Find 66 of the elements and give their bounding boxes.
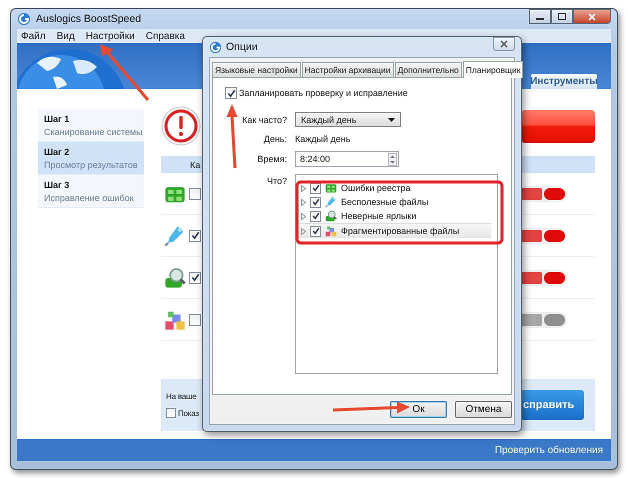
field-value: Каждый день: [295, 134, 352, 144]
checkbox[interactable]: [189, 272, 201, 284]
column-header: Ка: [190, 160, 200, 170]
tab[interactable]: Языковые настройки: [212, 62, 301, 77]
menu-item[interactable]: Вид: [56, 30, 75, 42]
magnifier-icon: [164, 266, 186, 288]
severity-indicator: [519, 270, 567, 286]
field-label: Что?: [266, 175, 287, 186]
warning-icon: [161, 106, 201, 146]
checkbox-label: Запланировать проверку и исправление: [239, 88, 408, 98]
update-link[interactable]: Проверить обновления: [494, 444, 603, 456]
menu-item[interactable]: Настройки: [86, 30, 135, 42]
checkbox-label: Показ: [178, 408, 199, 418]
checkbox[interactable]: [310, 210, 321, 222]
step-item[interactable]: Шаг 1 Сканирование системы: [38, 109, 144, 142]
tab[interactable]: Настройки архивации: [302, 62, 394, 77]
pin-icon: [164, 224, 186, 246]
app-logo-icon: [209, 40, 222, 54]
summary-text: На ваше: [166, 392, 198, 401]
tree-item[interactable]: Фрагментированные файлы: [296, 223, 491, 238]
magnifier-icon: [325, 210, 337, 222]
minimize-button[interactable]: [529, 9, 551, 24]
checkbox[interactable]: [189, 314, 201, 326]
cancel-button[interactable]: Отмена: [455, 401, 512, 418]
checkbox[interactable]: [189, 188, 201, 200]
annotation-arrow: [226, 104, 238, 168]
blocks-icon: [325, 225, 337, 237]
checkbox[interactable]: [189, 230, 201, 242]
tab[interactable]: Дополнительно: [394, 62, 462, 77]
frequency-dropdown[interactable]: Каждый день: [295, 112, 401, 127]
tab[interactable]: Планировщик: [462, 61, 524, 78]
maximize-button[interactable]: [551, 9, 573, 24]
checkbox[interactable]: [310, 226, 321, 236]
severity-indicator: [519, 312, 567, 328]
app-logo-icon: [17, 12, 31, 26]
close-icon: [500, 40, 508, 48]
menu-item[interactable]: Справка: [146, 30, 185, 42]
maximize-icon: [558, 13, 566, 20]
tree-item[interactable]: Бесполезные файлы: [296, 195, 491, 209]
step-item[interactable]: Шаг 2 Просмотр результатов: [38, 142, 144, 175]
checkbox[interactable]: [225, 87, 237, 99]
close-button[interactable]: [493, 37, 515, 51]
severity-indicator: [519, 186, 567, 202]
repair-button[interactable]: справить: [521, 390, 584, 420]
cube-icon: [325, 182, 337, 194]
time-field[interactable]: 8:24:00: [295, 151, 399, 167]
checkbox[interactable]: [310, 182, 321, 194]
tree-item[interactable]: Неверные ярлыки: [296, 209, 491, 223]
field-label: Как часто?: [241, 114, 287, 124]
pin-icon: [325, 196, 337, 208]
window-title: Auslogics BoostSpeed: [36, 13, 142, 25]
dialog-title: Опции: [226, 41, 258, 53]
expand-arrow-icon[interactable]: [301, 228, 306, 234]
annotation-arrow: [100, 44, 150, 101]
caret-icon: [388, 118, 395, 122]
tree-item[interactable]: Ошибки реестра: [296, 181, 491, 195]
checkbox[interactable]: [310, 196, 321, 208]
close-button[interactable]: [573, 9, 611, 24]
menu-item[interactable]: Файл: [21, 30, 46, 42]
field-label: День:: [262, 134, 287, 144]
severity-indicator: [519, 228, 567, 244]
close-icon: [588, 12, 596, 20]
field-label: Время:: [256, 154, 287, 164]
step-item[interactable]: Шаг 3 Исправление ошибок: [38, 175, 144, 208]
checkbox[interactable]: [166, 408, 176, 418]
spinner-icon[interactable]: [388, 152, 397, 166]
